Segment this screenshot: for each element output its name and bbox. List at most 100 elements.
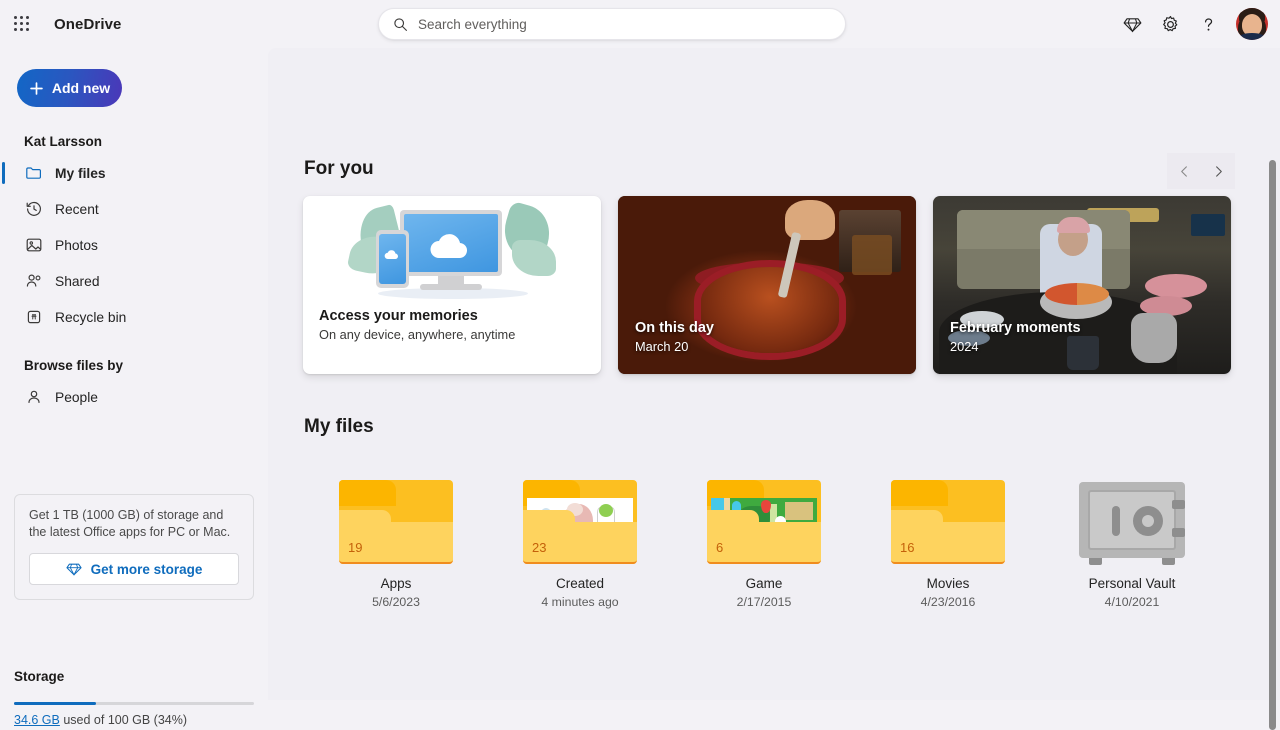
sidebar-item-my-files[interactable]: My files [0, 155, 268, 191]
sidebar-item-photos[interactable]: Photos [0, 227, 268, 263]
tile-icon: 23 [488, 468, 672, 564]
get-more-storage-label: Get more storage [91, 562, 203, 577]
for-you-carousel-nav [1167, 153, 1235, 189]
folder-item-count: 23 [532, 540, 546, 555]
sidebar-item-label: Recent [55, 202, 99, 217]
for-you-card-february-moments[interactable]: February moments 2024 [933, 196, 1231, 374]
chevron-left-icon [1178, 165, 1191, 178]
left-sidebar: Add new Kat Larsson My files Recent [0, 48, 268, 700]
clock-history-icon [24, 200, 43, 219]
person-icon [24, 388, 43, 407]
search-input[interactable] [418, 17, 831, 32]
folder-icon [24, 164, 43, 183]
tile-name: Personal Vault [1040, 576, 1224, 591]
file-tile-created[interactable]: 23 Created 4 minutes ago [488, 468, 672, 609]
for-you-card-on-this-day[interactable]: On this day March 20 [618, 196, 916, 374]
sidebar-nav: Kat Larsson My files Recent [0, 129, 268, 415]
tile-date: 2/17/2015 [672, 595, 856, 609]
card-title: Access your memories [319, 308, 585, 324]
nav-gap [0, 335, 268, 353]
add-new-label: Add new [52, 80, 110, 96]
folder-icon: 19 [339, 480, 453, 564]
top-header: OneDrive [0, 0, 1280, 48]
card-subtitle: March 20 [635, 339, 714, 354]
sidebar-item-label: Photos [55, 238, 98, 253]
sidebar-item-shared[interactable]: Shared [0, 263, 268, 299]
storage-used-rest: used of 100 GB (34%) [60, 713, 187, 727]
get-more-storage-button[interactable]: Get more storage [29, 553, 239, 585]
personal-vault-safe-icon [1075, 480, 1189, 564]
storage-usage-text: 34.6 GB used of 100 GB (34%) [14, 713, 187, 727]
help-question-icon[interactable] [1190, 6, 1226, 42]
header-actions [1114, 0, 1270, 48]
tile-icon: 16 [856, 468, 1040, 564]
account-name: Kat Larsson [0, 129, 268, 155]
storage-heading: Storage [14, 669, 64, 684]
file-tile-movies[interactable]: 16 Movies 4/23/2016 [856, 468, 1040, 609]
chevron-right-icon [1212, 165, 1225, 178]
folder-icon: 23 [523, 480, 637, 564]
main-content: For you [268, 48, 1280, 700]
sidebar-item-label: My files [55, 166, 106, 181]
tile-date: 4/10/2021 [1040, 595, 1224, 609]
recycle-bin-icon [24, 308, 43, 327]
add-new-button[interactable]: Add new [17, 69, 122, 107]
my-files-heading: My files [304, 416, 374, 438]
card-text-block: Access your memories On any device, anyw… [303, 308, 601, 342]
tile-icon [1040, 468, 1224, 564]
settings-gear-icon[interactable] [1152, 6, 1188, 42]
file-tile-apps[interactable]: 19 Apps 5/6/2023 [304, 468, 488, 609]
sidebar-item-label: Recycle bin [55, 310, 126, 325]
diamond-icon [66, 561, 82, 577]
user-avatar[interactable] [1236, 8, 1268, 40]
carousel-prev-button[interactable] [1167, 153, 1201, 189]
for-you-heading: For you [304, 158, 374, 180]
brand-title[interactable]: OneDrive [54, 16, 122, 33]
search-container [378, 8, 846, 40]
search-box[interactable] [378, 8, 846, 40]
folder-icon: 16 [891, 480, 1005, 564]
plus-icon [29, 81, 44, 96]
storage-promo-card: Get 1 TB (1000 GB) of storage and the la… [14, 494, 254, 600]
monitor-base [420, 284, 482, 290]
avatar-shirt [1238, 33, 1266, 40]
leaf-decor [512, 240, 556, 276]
card-subtitle: On any device, anywhere, anytime [319, 327, 585, 342]
tile-name: Apps [304, 576, 488, 591]
tile-date: 4/23/2016 [856, 595, 1040, 609]
sidebar-item-label: People [55, 390, 98, 405]
sidebar-item-recycle-bin[interactable]: Recycle bin [0, 299, 268, 335]
tile-name: Created [488, 576, 672, 591]
tile-icon: 19 [304, 468, 488, 564]
for-you-cards: Access your memories On any device, anyw… [303, 196, 1231, 374]
cloud-icon-small [383, 250, 402, 260]
premium-diamond-icon[interactable] [1114, 6, 1150, 42]
devices-cloud-illustration [303, 196, 601, 308]
photo-icon [24, 236, 43, 255]
folder-item-count: 19 [348, 540, 362, 555]
scrollbar-thumb[interactable] [1269, 160, 1276, 730]
carousel-next-button[interactable] [1201, 153, 1235, 189]
sidebar-item-people[interactable]: People [0, 379, 268, 415]
tile-date: 5/6/2023 [304, 595, 488, 609]
sidebar-item-label: Shared [55, 274, 100, 289]
for-you-card-memories[interactable]: Access your memories On any device, anyw… [303, 196, 601, 374]
folder-item-count: 6 [716, 540, 723, 555]
sidebar-item-recent[interactable]: Recent [0, 191, 268, 227]
storage-promo-text: Get 1 TB (1000 GB) of storage and the la… [29, 507, 239, 541]
card-title: On this day [635, 320, 714, 336]
file-tile-personal-vault[interactable]: Personal Vault 4/10/2021 [1040, 468, 1224, 609]
app-launcher-waffle-icon[interactable] [0, 0, 44, 48]
folder-icon: 6 [707, 480, 821, 564]
card-subtitle: 2024 [950, 339, 1081, 354]
folder-item-count: 16 [900, 540, 914, 555]
browse-files-by-heading: Browse files by [0, 353, 268, 379]
search-icon [393, 17, 408, 32]
card-caption: February moments 2024 [950, 320, 1081, 354]
storage-used-link[interactable]: 34.6 GB [14, 713, 60, 727]
scrollbar-track[interactable] [1266, 48, 1280, 700]
tile-name: Movies [856, 576, 1040, 591]
cloud-icon [426, 234, 478, 260]
file-tile-game[interactable]: 6 Game 2/17/2015 [672, 468, 856, 609]
tile-date: 4 minutes ago [488, 595, 672, 609]
